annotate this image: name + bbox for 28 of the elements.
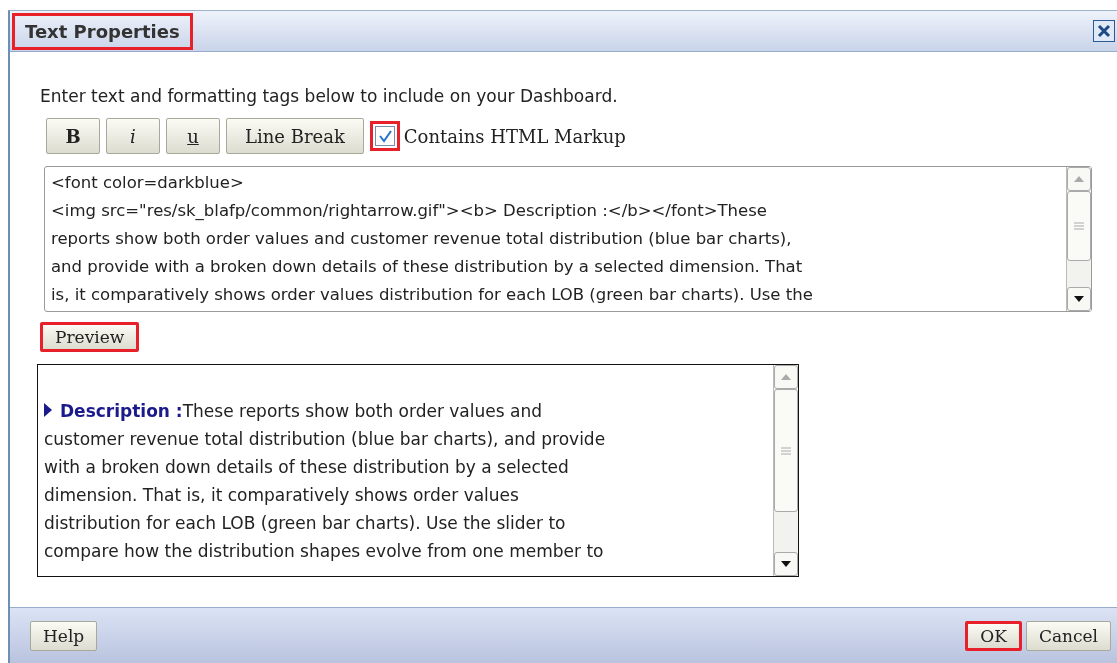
help-button[interactable]: Help [30,620,98,651]
ok-button[interactable]: OK [965,620,1022,651]
preview-text: compare how the distribution shapes evolve from one member to [44,541,604,561]
preview-button[interactable]: Preview [40,322,140,352]
text-editor[interactable]: <font color=darkblue> <img src="res/sk_blafp/common/rightarrow.gif"><b> Description :</b></font>These reports show both order values and customer revenue total distribution (blue bar charts), and provide with a broken down details of these distribution by a selected dimension. That is, it comparatively shows order values distribution for each LOB (green bar charts). Use the [44,166,1092,312]
underline-button[interactable]: u [166,118,220,154]
preview-text: customer revenue total distribution (blue bar charts), and provide [44,429,606,449]
preview-text: These reports show both order values and [182,401,542,421]
instruction-text: Enter text and formatting tags below to include on your Dashboard. [40,86,619,106]
preview-text: dimension. That is, it comparatively shows order values [44,485,519,505]
italic-button[interactable]: i [106,118,160,154]
bold-button[interactable]: B [46,118,100,154]
preview-heading: Description : [60,401,183,421]
scroll-down-icon[interactable] [774,552,798,576]
window-title: Text Properties [12,12,193,50]
checkbox-label: Contains HTML Markup [403,125,626,147]
close-icon [1097,24,1111,38]
preview-text: distribution for each LOB (green bar charts). Use the slider to [44,513,566,533]
line-break-button[interactable]: Line Break [226,118,364,154]
scrollbar-thumb[interactable] [1067,191,1091,261]
arrow-icon [44,403,52,417]
preview-text: with a broken down details of these distribution by a selected [44,457,569,477]
close-button[interactable] [1093,20,1115,42]
checkmark-icon [377,129,392,143]
scroll-down-icon[interactable] [1067,287,1091,311]
cancel-button[interactable]: Cancel [1025,620,1111,651]
html-markup-checkbox[interactable] [369,121,400,151]
scrollbar-thumb[interactable] [774,389,798,512]
